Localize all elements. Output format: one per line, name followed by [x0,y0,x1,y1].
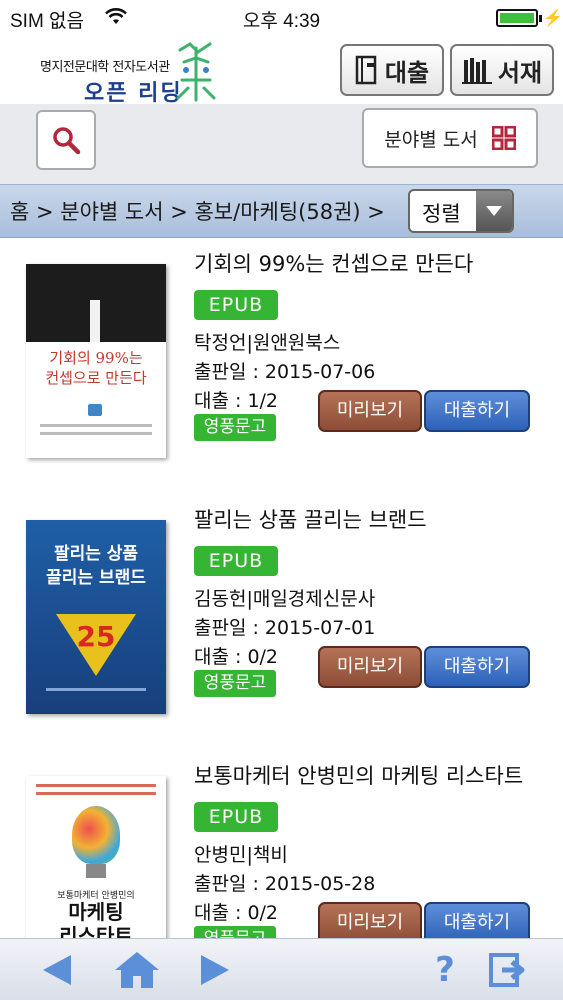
breadcrumb[interactable]: 홈 > 분야별 도서 > 홍보/마케팅(58권) > [10,196,385,226]
logo-title: 오픈 리딩 [84,81,183,106]
grid-icon [491,126,516,150]
book-author: 안병민|책비 [194,844,288,866]
back-button[interactable] [36,949,78,991]
book-cover[interactable]: 기회의 99%는 컨셉으로 만든다 [26,264,166,458]
loan-button[interactable]: 대출 [340,44,444,96]
cover-number: 25 [76,620,116,653]
cover-title-line1: 마케팅 [68,900,124,924]
breadcrumb-bar: 홈 > 분야별 도서 > 홍보/마케팅(58권) > 정렬 [0,184,563,238]
category-books-label: 분야별 도서 [384,128,478,151]
home-button[interactable] [112,949,162,991]
clock: 오후 4:39 [242,11,321,32]
publish-date: 출판일 : 2015-05-28 [194,873,376,895]
book-cover[interactable]: 보통마케터 안병민의 마케팅 리스타트 [26,776,166,938]
bottom-nav-bar: ? [0,938,563,1000]
cover-title-line1: 기회의 99%는 [49,349,143,367]
sort-label: 정렬 [422,202,461,226]
format-badge: EPUB [194,802,278,832]
publish-date: 출판일 : 2015-07-06 [194,361,376,383]
cover-title-line2: 끌리는 브랜드 [46,568,146,588]
help-button[interactable]: ? [428,949,462,991]
book-title[interactable]: 팔리는 상품 끌리는 브랜드 [194,504,427,534]
preview-button[interactable]: 미리보기 [318,902,422,938]
help-icon: ? [435,950,455,990]
charging-icon: ⚡ [543,10,563,27]
book-title[interactable]: 기회의 99%는 컨셉으로 만든다 [194,248,473,278]
book-item[interactable]: 팔리는 상품 끌리는 브랜드 25 팔리는 상품 끌리는 브랜드 EPUB 김동… [0,494,563,750]
chevron-down-icon [476,191,512,231]
exit-button[interactable] [486,949,530,991]
preview-button[interactable]: 미리보기 [318,646,422,688]
forward-arrow-icon [201,955,229,985]
book-item[interactable]: 보통마케터 안병민의 마케팅 리스타트 보통마케터 안병민의 마케팅 리스타트 … [0,750,563,938]
bookshelf-button[interactable]: 서재 [450,44,554,96]
loan-count: 대출 : 0/2 [194,646,279,668]
status-bar: SIM 없음 오후 4:39 ⚡ [0,0,563,36]
book-list: 기회의 99%는 컨셉으로 만든다 기회의 99%는 컨셉으로 만든다 EPUB… [0,238,563,938]
battery-icon [496,9,542,27]
cover-title-line2: 리스타트 [59,924,133,938]
home-icon [115,952,159,988]
loan-count: 대출 : 0/2 [194,902,279,924]
bookshelf-button-label: 서재 [497,58,543,87]
borrow-button[interactable]: 대출하기 [424,902,530,938]
logo-mark-icon [176,42,216,102]
sort-dropdown[interactable]: 정렬 [408,189,514,233]
book-item[interactable]: 기회의 99%는 컨셉으로 만든다 기회의 99%는 컨셉으로 만든다 EPUB… [0,238,563,494]
book-cover[interactable]: 팔리는 상품 끌리는 브랜드 25 [26,520,166,714]
book-title[interactable]: 보통마케터 안병민의 마케팅 리스타트 [194,760,523,790]
exit-icon [489,953,525,987]
book-author: 탁정언|원앤원북스 [194,332,341,354]
publish-date: 출판일 : 2015-07-01 [194,617,376,639]
app-header: 명지전문대학 전자도서관 오픈 리딩 대출 서재 [0,36,563,106]
cover-title-line2: 컨셉으로 만든다 [45,369,147,387]
toolbar: 분야별 도서 [0,104,563,184]
search-button[interactable] [36,110,96,170]
back-arrow-icon [43,955,71,985]
preview-button[interactable]: 미리보기 [318,390,422,432]
search-icon [53,127,81,155]
cover-title-line1: 팔리는 상품 [53,544,139,564]
loan-count: 대출 : 1/2 [194,390,279,412]
book-icon [355,55,377,85]
branch-badge: 영풍문고 [194,414,276,441]
forward-button[interactable] [194,949,236,991]
logo-subtitle: 명지전문대학 전자도서관 [40,60,170,75]
branch-badge: 영풍문고 [194,926,276,938]
bookshelf-icon [461,58,492,84]
format-badge: EPUB [194,546,278,576]
book-author: 김동헌|매일경제신문사 [194,588,376,610]
format-badge: EPUB [194,290,278,320]
loan-button-label: 대출 [384,58,430,87]
branch-badge: 영풍문고 [194,670,276,697]
borrow-button[interactable]: 대출하기 [424,390,530,432]
category-books-button[interactable]: 분야별 도서 [362,108,538,168]
borrow-button[interactable]: 대출하기 [424,646,530,688]
